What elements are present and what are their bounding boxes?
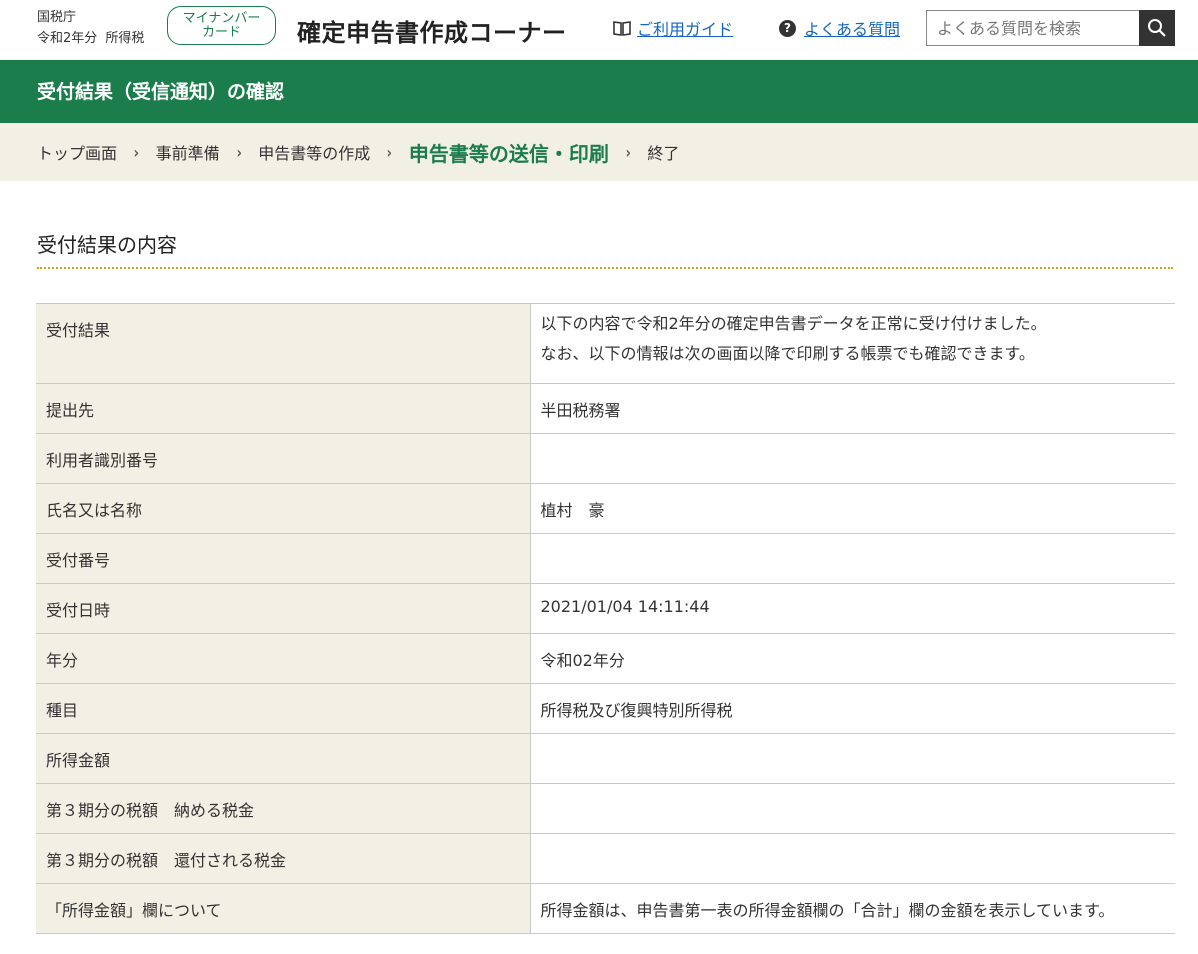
agency-info: 国税庁 令和2年分 所得税 bbox=[37, 7, 148, 49]
row-value: 所得金額は、申告書第一表の所得金額欄の「合計」欄の金額を表示しています。 bbox=[530, 883, 1175, 934]
book-icon bbox=[613, 21, 631, 36]
chevron-right-icon: › bbox=[236, 142, 242, 162]
faq-link[interactable]: よくある質問 bbox=[804, 16, 900, 40]
row-value bbox=[530, 433, 1175, 484]
row-value: 半田税務署 bbox=[530, 383, 1175, 434]
chevron-right-icon: › bbox=[133, 142, 139, 162]
row-label: 受付日時 bbox=[36, 583, 531, 634]
row-value: 令和02年分 bbox=[530, 633, 1175, 684]
breadcrumb: トップ画面 › 事前準備 › 申告書等の作成 › 申告書等の送信・印刷 › 終了 bbox=[0, 123, 1198, 181]
row-label: 利用者識別番号 bbox=[36, 433, 531, 484]
row-label: 氏名又は名称 bbox=[36, 483, 531, 534]
page-title-bar: 受付結果（受信通知）の確認 bbox=[0, 60, 1198, 123]
section-title: 受付結果の内容 bbox=[37, 233, 177, 257]
row-label: 受付結果 bbox=[36, 303, 531, 384]
result-table: 受付結果 以下の内容で令和2年分の確定申告書データを正常に受け付けました。 なお… bbox=[36, 303, 1175, 934]
breadcrumb-item-end: 終了 bbox=[647, 144, 680, 163]
chevron-right-icon: › bbox=[625, 142, 631, 162]
table-row: 受付結果 以下の内容で令和2年分の確定申告書データを正常に受け付けました。 なお… bbox=[36, 303, 1175, 384]
user-guide-link[interactable]: ご利用ガイド bbox=[637, 16, 733, 40]
breadcrumb-item-preparation: 事前準備 bbox=[155, 144, 220, 163]
row-label: 種目 bbox=[36, 683, 531, 734]
breadcrumb-item-top: トップ画面 bbox=[37, 144, 118, 163]
site-header: 国税庁 令和2年分 所得税 マイナンバー カード 確定申告書作成コーナー ご利用… bbox=[0, 0, 1198, 60]
tax-year-label: 令和2年分 bbox=[37, 31, 98, 46]
user-guide-link-container: ご利用ガイド bbox=[613, 16, 733, 40]
table-row: 第３期分の税額 還付される税金 bbox=[36, 833, 1175, 884]
faq-link-container: ? よくある質問 bbox=[779, 16, 900, 40]
table-row: 提出先 半田税務署 bbox=[36, 383, 1175, 434]
faq-search-input[interactable] bbox=[926, 10, 1139, 46]
row-value: 2021/01/04 14:11:44 bbox=[530, 583, 1175, 634]
row-label: 第３期分の税額 還付される税金 bbox=[36, 833, 531, 884]
breadcrumb-item-send-print: 申告書等の送信・印刷 bbox=[408, 141, 609, 166]
row-value: 植村 豪 bbox=[530, 483, 1175, 534]
tax-type-label: 所得税 bbox=[105, 31, 145, 46]
table-row: 受付日時 2021/01/04 14:11:44 bbox=[36, 583, 1175, 634]
row-label: 「所得金額」欄について bbox=[36, 883, 531, 934]
row-value bbox=[530, 533, 1175, 584]
table-row: 氏名又は名称 植村 豪 bbox=[36, 483, 1175, 534]
chevron-right-icon: › bbox=[386, 142, 393, 162]
table-row: 受付番号 bbox=[36, 533, 1175, 584]
table-row: 「所得金額」欄について 所得金額は、申告書第一表の所得金額欄の「合計」欄の金額を… bbox=[36, 883, 1175, 934]
row-value: 所得税及び復興特別所得税 bbox=[530, 683, 1175, 734]
mynumber-card-badge: マイナンバー カード bbox=[167, 6, 276, 45]
table-row: 利用者識別番号 bbox=[36, 433, 1175, 484]
row-value bbox=[530, 833, 1175, 884]
section-divider bbox=[37, 267, 1173, 269]
breadcrumb-item-creation: 申告書等の作成 bbox=[258, 144, 371, 163]
row-value bbox=[530, 783, 1175, 834]
table-row: 年分 令和02年分 bbox=[36, 633, 1175, 684]
row-label: 受付番号 bbox=[36, 533, 531, 584]
search-icon bbox=[1148, 19, 1166, 37]
question-circle-icon: ? bbox=[779, 19, 796, 37]
row-label: 所得金額 bbox=[36, 733, 531, 784]
row-value: 以下の内容で令和2年分の確定申告書データを正常に受け付けました。 なお、以下の情… bbox=[530, 303, 1175, 384]
search-button[interactable] bbox=[1139, 10, 1175, 46]
table-row: 第３期分の税額 納める税金 bbox=[36, 783, 1175, 834]
agency-name: 国税庁 bbox=[37, 10, 77, 25]
page-title: 受付結果（受信通知）の確認 bbox=[37, 81, 285, 103]
table-row: 所得金額 bbox=[36, 733, 1175, 784]
table-row: 種目 所得税及び復興特別所得税 bbox=[36, 683, 1175, 734]
row-label: 提出先 bbox=[36, 383, 531, 434]
row-label: 年分 bbox=[36, 633, 531, 684]
site-title: 確定申告書作成コーナー bbox=[297, 19, 567, 47]
row-value bbox=[530, 733, 1175, 784]
row-label: 第３期分の税額 納める税金 bbox=[36, 783, 531, 834]
